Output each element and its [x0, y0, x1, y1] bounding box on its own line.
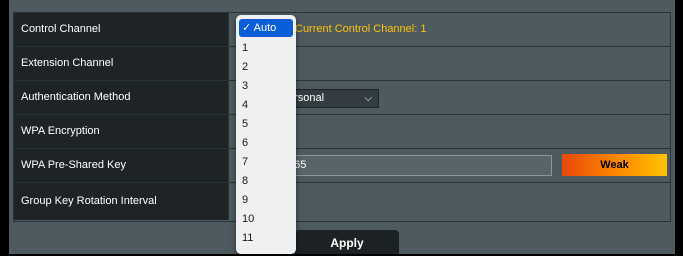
row-auth-method: Authentication Method ersonal ⌵ [14, 81, 670, 115]
control-channel-dropdown: ✓ Auto 1 2 3 4 5 6 7 8 9 10 11 [236, 15, 296, 254]
dropdown-option-8[interactable]: 8 [242, 175, 248, 187]
current-channel-text: Current Control Channel: 1 [295, 23, 427, 35]
dropdown-option-5[interactable]: 5 [242, 118, 248, 130]
auth-method-label: Authentication Method [14, 81, 229, 114]
row-control-channel: Control Channel Current Control Channel:… [14, 13, 670, 47]
wireless-settings-table: Control Channel Current Control Channel:… [13, 12, 671, 222]
row-extension-channel: Extension Channel [14, 47, 670, 81]
control-channel-value: Current Control Channel: 1 [230, 13, 670, 46]
wpa-encryption-value [230, 115, 670, 148]
dropdown-option-2[interactable]: 2 [242, 61, 248, 73]
dropdown-option-4[interactable]: 4 [242, 99, 248, 111]
control-channel-label: Control Channel [14, 13, 229, 46]
psk-label: WPA Pre-Shared Key [14, 149, 229, 182]
dropdown-option-1[interactable]: 1 [242, 42, 248, 54]
extension-channel-value [230, 47, 670, 80]
dropdown-option-7[interactable]: 7 [242, 156, 248, 168]
psk-input[interactable]: 365 [287, 155, 552, 176]
dropdown-option-11[interactable]: 11 [242, 232, 253, 244]
dropdown-option-9[interactable]: 9 [242, 194, 248, 206]
dropdown-option-6[interactable]: 6 [242, 137, 248, 149]
psk-value: 365 Weak [230, 149, 670, 182]
group-key-rotation-label: Group Key Rotation Interval [14, 183, 229, 220]
dropdown-option-auto[interactable]: ✓ Auto [239, 19, 293, 37]
row-wpa-encryption: WPA Encryption [14, 115, 670, 149]
group-key-rotation-value [230, 183, 670, 220]
dropdown-option-3[interactable]: 3 [242, 80, 248, 92]
chevron-down-icon: ⌵ [364, 93, 372, 104]
password-strength-badge: Weak [562, 154, 667, 176]
dropdown-option-10[interactable]: 10 [242, 213, 254, 225]
auth-method-select[interactable]: ersonal ⌵ [287, 89, 379, 108]
row-psk: WPA Pre-Shared Key 365 Weak [14, 149, 670, 183]
wpa-encryption-label: WPA Encryption [14, 115, 229, 148]
extension-channel-label: Extension Channel [14, 47, 229, 80]
auth-method-value: ersonal ⌵ [230, 81, 670, 114]
apply-button[interactable]: Apply [295, 230, 399, 254]
row-group-key-rotation: Group Key Rotation Interval [14, 183, 670, 220]
